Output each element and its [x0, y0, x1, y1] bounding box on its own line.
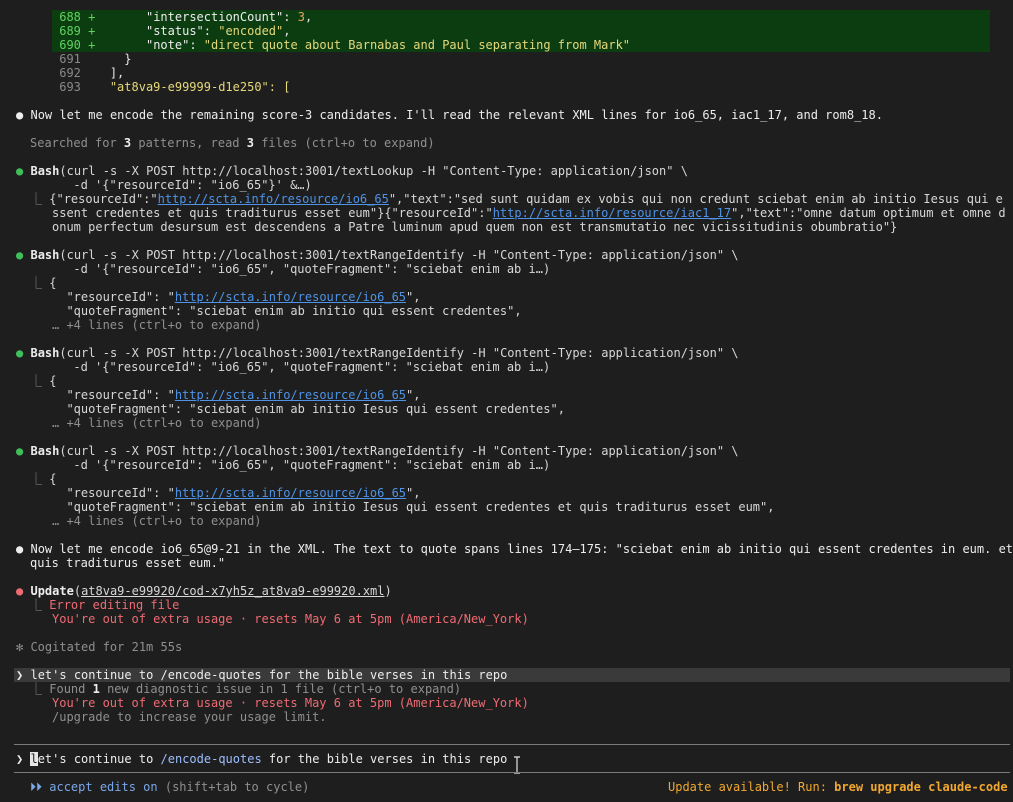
bash-command-cont: -d '{"resourceId": "io6_65", "quoteFragm…	[30, 360, 551, 374]
error-bullet-icon: ●	[16, 584, 24, 598]
update-available-notice: Update available! Run: brew upgrade clau…	[668, 780, 1008, 794]
expand-hint[interactable]: … +4 lines (ctrl+o to expand)	[52, 416, 262, 430]
input-bottom-border	[14, 772, 1010, 773]
prompt-chevron-icon: ❯	[16, 668, 24, 682]
bullet-icon: ●	[16, 108, 24, 122]
elbow-icon: ⎿	[30, 192, 43, 206]
bash-command-cont: -d '{"resourceId": "io6_65"}' &…)	[30, 178, 312, 192]
input-top-border	[14, 744, 1010, 745]
bash-output: ⎿ {	[30, 276, 57, 290]
diff-line: 688 + "intersectionCount": 3,	[59, 10, 313, 24]
bash-output: "resourceId": "http://scta.info/resource…	[52, 290, 421, 304]
diff-context-line: 693 "at8va9-e99999-d1e250": [	[59, 80, 291, 94]
resource-link[interactable]: http://scta.info/resource/iac1_17	[493, 206, 731, 220]
bash-output: ⎿ {	[30, 472, 57, 486]
edit-mode-toggle[interactable]: ⏵⏵ accept edits on (shift+tab to cycle)	[30, 780, 309, 794]
assistant-message-cont: quis traditurus esset eum."	[30, 556, 226, 570]
resource-link[interactable]: http://scta.info/resource/io6_65	[175, 388, 406, 402]
bash-command-cont: -d '{"resourceId": "io6_65", "quoteFragm…	[30, 458, 551, 472]
bash-tool-call: ● Bash(curl -s -X POST http://localhost:…	[16, 444, 739, 458]
bash-output: "quoteFragment": "sciebat enim ab initio…	[52, 500, 775, 514]
success-bullet-icon: ●	[16, 248, 24, 262]
diff-line: 689 + "status": "encoded",	[59, 24, 291, 38]
bash-output: "quoteFragment": "sciebat enim ab initio…	[52, 402, 565, 416]
resource-link[interactable]: http://scta.info/resource/io6_65	[175, 486, 406, 500]
expand-hint[interactable]: … +4 lines (ctrl+o to expand)	[52, 318, 262, 332]
bash-output: "resourceId": "http://scta.info/resource…	[52, 388, 421, 402]
elbow-icon: ⎿	[30, 598, 43, 612]
bash-tool-call: ● Bash(curl -s -X POST http://localhost:…	[16, 248, 739, 262]
elbow-icon: ⎿	[30, 472, 43, 486]
diagnostic-line[interactable]: ⎿ Found 1 new diagnostic issue in 1 file…	[30, 682, 461, 696]
bullet-icon: ●	[16, 542, 24, 556]
usage-error: You're out of extra usage · resets May 6…	[52, 612, 529, 626]
success-bullet-icon: ●	[16, 164, 24, 178]
resource-link[interactable]: http://scta.info/resource/io6_65	[158, 192, 389, 206]
text-cursor: l	[30, 752, 38, 766]
bash-tool-call: ● Bash(curl -s -X POST http://localhost:…	[16, 164, 688, 178]
fast-forward-icon: ⏵⏵	[30, 780, 43, 794]
assistant-message: ● Now let me encode io6_65@9-21 in the X…	[16, 542, 1013, 556]
elbow-icon: ⎿	[30, 374, 43, 388]
bash-output: ⎿ {"resourceId":"http://scta.info/resour…	[30, 192, 1003, 206]
search-summary[interactable]: Searched for 3 patterns, read 3 files (c…	[30, 136, 435, 150]
success-bullet-icon: ●	[16, 346, 24, 360]
prompt-chevron-icon: ❯	[16, 752, 24, 766]
user-message: ❯ let's continue to /encode-quotes for t…	[16, 668, 508, 682]
expand-hint[interactable]: … +4 lines (ctrl+o to expand)	[52, 514, 262, 528]
resource-link[interactable]: http://scta.info/resource/io6_65	[175, 290, 406, 304]
bash-output: ⎿ {	[30, 374, 57, 388]
success-bullet-icon: ●	[16, 444, 24, 458]
diff-context-line: 691 }	[59, 52, 132, 66]
assistant-message: ● Now let me encode the remaining score-…	[16, 108, 883, 122]
bash-output: "resourceId": "http://scta.info/resource…	[52, 486, 421, 500]
bash-output: "quoteFragment": "sciebat enim ab initio…	[52, 304, 522, 318]
terminal-window: 688 + "intersectionCount": 3, 689 + "sta…	[0, 0, 1013, 802]
file-path-link[interactable]: at8va9-e99920/cod-x7yh5z_at8va9-e99920.x…	[81, 584, 384, 598]
usage-error: You're out of extra usage · resets May 6…	[52, 696, 529, 710]
cogitated-status: ✻ Cogitated for 21m 55s	[16, 640, 183, 654]
diff-line: 690 + "note": "direct quote about Barnab…	[59, 38, 631, 52]
bash-output: onum perfectum desursum est descendens a…	[52, 220, 898, 234]
update-tool-call: ● Update(at8va9-e99920/cod-x7yh5z_at8va9…	[16, 584, 392, 598]
bash-output: ssent credentes et quis traditurus esset…	[52, 206, 1006, 220]
upgrade-hint: /upgrade to increase your usage limit.	[52, 710, 327, 724]
prompt-input[interactable]: ❯ let's continue to /encode-quotes for t…	[16, 752, 507, 766]
bash-command-cont: -d '{"resourceId": "io6_65", "quoteFragm…	[30, 262, 551, 276]
elbow-icon: ⎿	[30, 682, 43, 696]
error-line: ⎿ Error editing file	[30, 598, 180, 612]
diff-context-line: 692 ],	[59, 66, 125, 80]
elbow-icon: ⎿	[30, 276, 43, 290]
bash-tool-call: ● Bash(curl -s -X POST http://localhost:…	[16, 346, 739, 360]
